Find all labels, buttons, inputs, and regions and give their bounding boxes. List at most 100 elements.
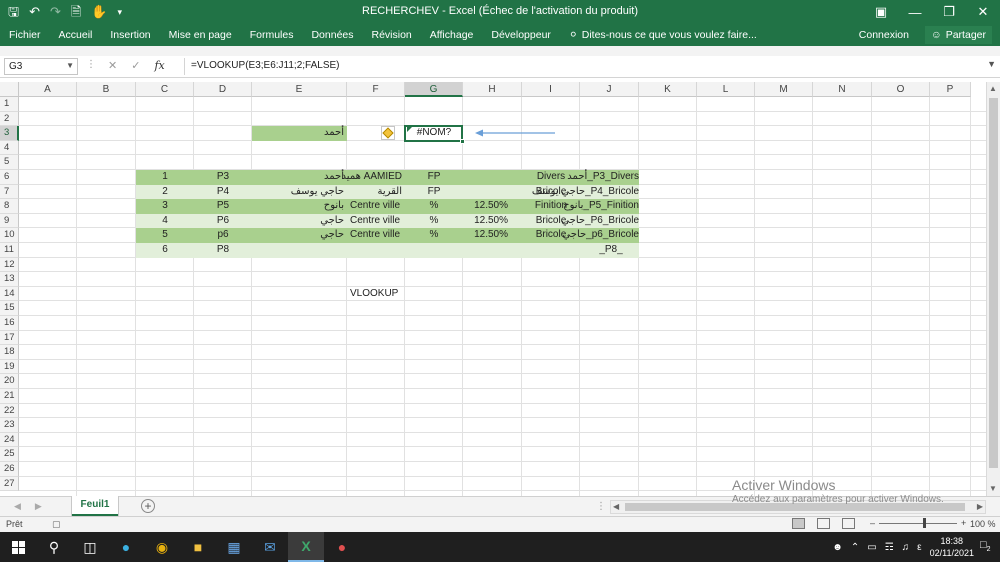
cell-g10[interactable]: % [405,228,463,243]
battery-icon[interactable]: ▭ [867,542,876,553]
ribbon-display-options-icon[interactable]: ▣ [864,0,898,24]
row-header-16[interactable]: 16 [0,316,19,331]
row-header-12[interactable]: 12 [0,257,19,273]
column-header-e[interactable]: E [252,82,347,97]
show-hidden-icons-icon[interactable]: ⌃ [851,542,859,553]
row-header-5[interactable]: 5 [0,155,19,170]
tab-accueil[interactable]: Accueil [50,29,102,41]
next-sheet-icon[interactable]: ▶ [35,501,42,512]
add-sheet-icon[interactable]: + [141,499,155,513]
volume-icon[interactable]: ♫ [902,542,910,553]
select-all-corner[interactable] [0,82,19,97]
zoom-slider[interactable]: – + [870,517,966,528]
people-icon[interactable]: ☻ [832,542,843,553]
store-icon[interactable]: ▦ [216,532,252,562]
cell-f8[interactable]: Centre ville [347,199,405,214]
cell-g11[interactable] [405,243,463,258]
tab-developpeur[interactable]: Développeur [482,29,560,41]
cell-e6[interactable]: أحمد [252,170,347,185]
maximize-icon[interactable]: ❐ [932,0,966,24]
row-header-27[interactable]: 27 [0,476,19,492]
cell-h9[interactable]: 12.50% [463,213,522,229]
row-header-6[interactable]: 6 [0,170,19,185]
cell-j9[interactable]: P6_Bricole_حاجي [561,213,639,229]
zoom-in-icon[interactable]: + [961,518,966,528]
cell-j11[interactable]: _P8_ [580,243,639,258]
scroll-right-icon[interactable]: ▶ [977,502,983,511]
row-header-23[interactable]: 23 [0,418,19,433]
search-icon[interactable]: ⚲ [36,532,72,562]
row-header-19[interactable]: 19 [0,359,19,375]
cell-e3[interactable]: أحمد [252,126,347,141]
scroll-up-icon[interactable]: ▲ [989,84,997,93]
close-icon[interactable]: ✕ [966,0,1000,24]
row-header-10[interactable]: 10 [0,228,19,243]
error-warning-icon[interactable] [381,126,395,141]
sheet-tab-feuil1[interactable]: Feuil1 [72,496,118,516]
tab-insertion[interactable]: Insertion [101,29,159,41]
row-header-21[interactable]: 21 [0,389,19,404]
column-header-m[interactable]: M [755,82,813,97]
vertical-scrollbar[interactable]: ▲ ▼ [986,82,1000,496]
cell-c11[interactable]: 6 [136,243,194,258]
cell-h7[interactable] [463,184,522,200]
tab-fichier[interactable]: Fichier [0,29,50,41]
cell-c9[interactable]: 4 [136,213,194,229]
row-header-22[interactable]: 22 [0,403,19,419]
cell-h6[interactable] [463,170,522,185]
cell-i11[interactable] [522,243,580,258]
page-layout-view-icon[interactable] [817,518,830,529]
minimize-icon[interactable]: — [898,0,932,24]
cell-d9[interactable]: P6 [194,213,252,229]
normal-view-icon[interactable] [792,518,805,529]
cell-h10[interactable]: 12.50% [463,228,522,243]
row-header-1[interactable]: 1 [0,97,19,112]
column-header-c[interactable]: C [136,82,194,97]
cell-f7[interactable]: القرية [347,184,405,200]
start-button[interactable] [0,532,36,562]
scroll-down-icon[interactable]: ▼ [989,484,997,493]
cell-d6[interactable]: P3 [194,170,252,185]
scroll-left-icon[interactable]: ◀ [613,502,619,511]
formula-bar-resize-handle[interactable]: ⋮ [86,59,96,70]
cell-h8[interactable]: 12.50% [463,199,522,214]
cell-j8[interactable]: P5_Finition_بانوح [563,199,639,214]
row-header-17[interactable]: 17 [0,330,19,346]
cell-d11[interactable]: P8 [194,243,252,258]
prev-sheet-icon[interactable]: ◀ [14,501,21,512]
tell-me-box[interactable]: ⚪ Dites-nous ce que vous voulez faire... [560,29,766,41]
cell-f6[interactable]: AAMIED همید [342,170,405,185]
page-break-view-icon[interactable] [842,518,855,529]
cell-d8[interactable]: P5 [194,199,252,214]
insert-function-icon[interactable]: fx [154,59,164,72]
column-header-f[interactable]: F [347,82,405,97]
cell-e8[interactable]: بانوح [252,199,347,214]
cell-g7[interactable]: FP [405,184,463,200]
cell-e10[interactable]: حاجي [252,228,347,243]
row-header-2[interactable]: 2 [0,111,19,127]
chrome-icon[interactable]: ◉ [144,532,180,562]
tab-revision[interactable]: Révision [363,29,421,41]
row-header-7[interactable]: 7 [0,184,19,200]
cell-j7[interactable]: P4_Bricole_حاجي يوسف [532,184,639,200]
column-header-o[interactable]: O [872,82,930,97]
file-explorer-icon[interactable]: ■ [180,532,216,562]
cell-g9[interactable]: % [405,213,463,229]
row-header-14[interactable]: 14 [0,286,19,302]
cell-j10[interactable]: p6_Bricole_حاجي [562,228,639,243]
vertical-scroll-thumb[interactable] [989,98,998,468]
zoom-out-icon[interactable]: – [870,518,875,528]
column-header-a[interactable]: A [19,82,77,97]
cell-e7[interactable]: حاجي يوسف [252,184,347,200]
formula-input[interactable]: =VLOOKUP(E3;E6:J11;2;FALSE) [184,58,986,75]
enter-icon[interactable]: ✓ [131,59,140,72]
row-header-18[interactable]: 18 [0,345,19,360]
row-header-3[interactable]: 3 [0,126,19,141]
zoom-knob[interactable] [923,517,927,528]
expand-formula-bar-icon[interactable]: ▼ [987,59,996,69]
app-taskbar-icon[interactable]: ● [324,532,360,562]
cell-g8[interactable]: % [405,199,463,214]
tab-formules[interactable]: Formules [241,29,303,41]
column-header-d[interactable]: D [194,82,252,97]
row-header-11[interactable]: 11 [0,243,19,258]
